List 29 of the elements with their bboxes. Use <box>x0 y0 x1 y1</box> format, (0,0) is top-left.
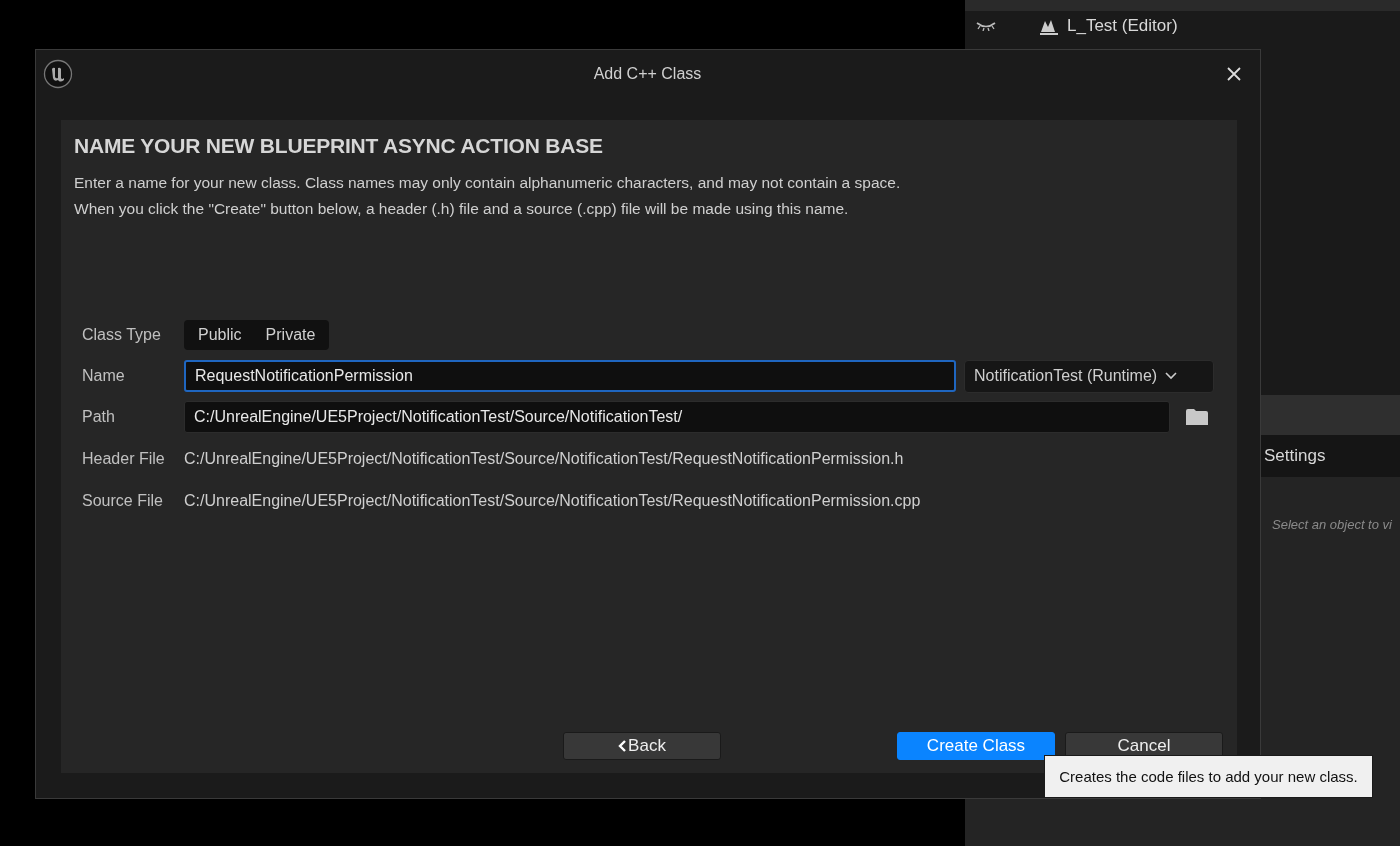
name-field[interactable]: RequestNotificationPermission <box>184 360 956 392</box>
page-heading: NAME YOUR NEW BLUEPRINT ASYNC ACTION BASE <box>74 134 604 158</box>
close-icon <box>1226 66 1242 82</box>
field-label: Source File <box>82 491 164 510</box>
description-text: When you click the "Create" button below, a header (.h) file and a source (.cpp) file will be made using this name. <box>74 199 850 219</box>
tooltip: Creates the code files to add your new class. <box>1044 755 1373 798</box>
eye-closed-icon <box>975 21 997 31</box>
chevron-down-icon <box>1165 372 1178 380</box>
back-button[interactable]: Back <box>563 732 721 760</box>
description-text: Enter a name for your new class. Class names may only contain alphanumeric characters, and may not contain a space. <box>74 173 902 193</box>
file-path: C:/UnrealEngine/UE5Project/NotificationTest/Source/NotificationTest/RequestNotificationPermission.cpp <box>184 491 921 510</box>
outliner-row[interactable]: L_Test (Editor) <box>965 11 1400 41</box>
browse-button[interactable] <box>1186 409 1208 425</box>
path-field[interactable]: C:/UnrealEngine/UE5Project/NotificationTest/Source/NotificationTest/ <box>184 401 1170 433</box>
field-label: Path <box>82 408 116 426</box>
outliner-label: L_Test (Editor) <box>1067 16 1178 36</box>
chevron-left-icon <box>618 740 627 752</box>
field-label: Name <box>82 367 126 385</box>
file-path: C:/UnrealEngine/UE5Project/NotificationTest/Source/NotificationTest/RequestNotificationPermission.h <box>184 449 904 468</box>
class-type-option[interactable]: Private <box>253 320 328 350</box>
folder-icon <box>1186 409 1208 425</box>
details-hint: Select an object to vi <box>1272 517 1392 532</box>
field-label: Header File <box>82 449 166 468</box>
create-button[interactable]: Create Class <box>897 732 1055 760</box>
class-type-option[interactable]: Public <box>186 320 254 350</box>
module-dropdown[interactable]: NotificationTest (Runtime) <box>964 359 1214 393</box>
field-label: Class Type <box>82 326 162 344</box>
window-title: Add C++ Class <box>592 65 703 83</box>
engine-logo-icon <box>43 59 73 89</box>
